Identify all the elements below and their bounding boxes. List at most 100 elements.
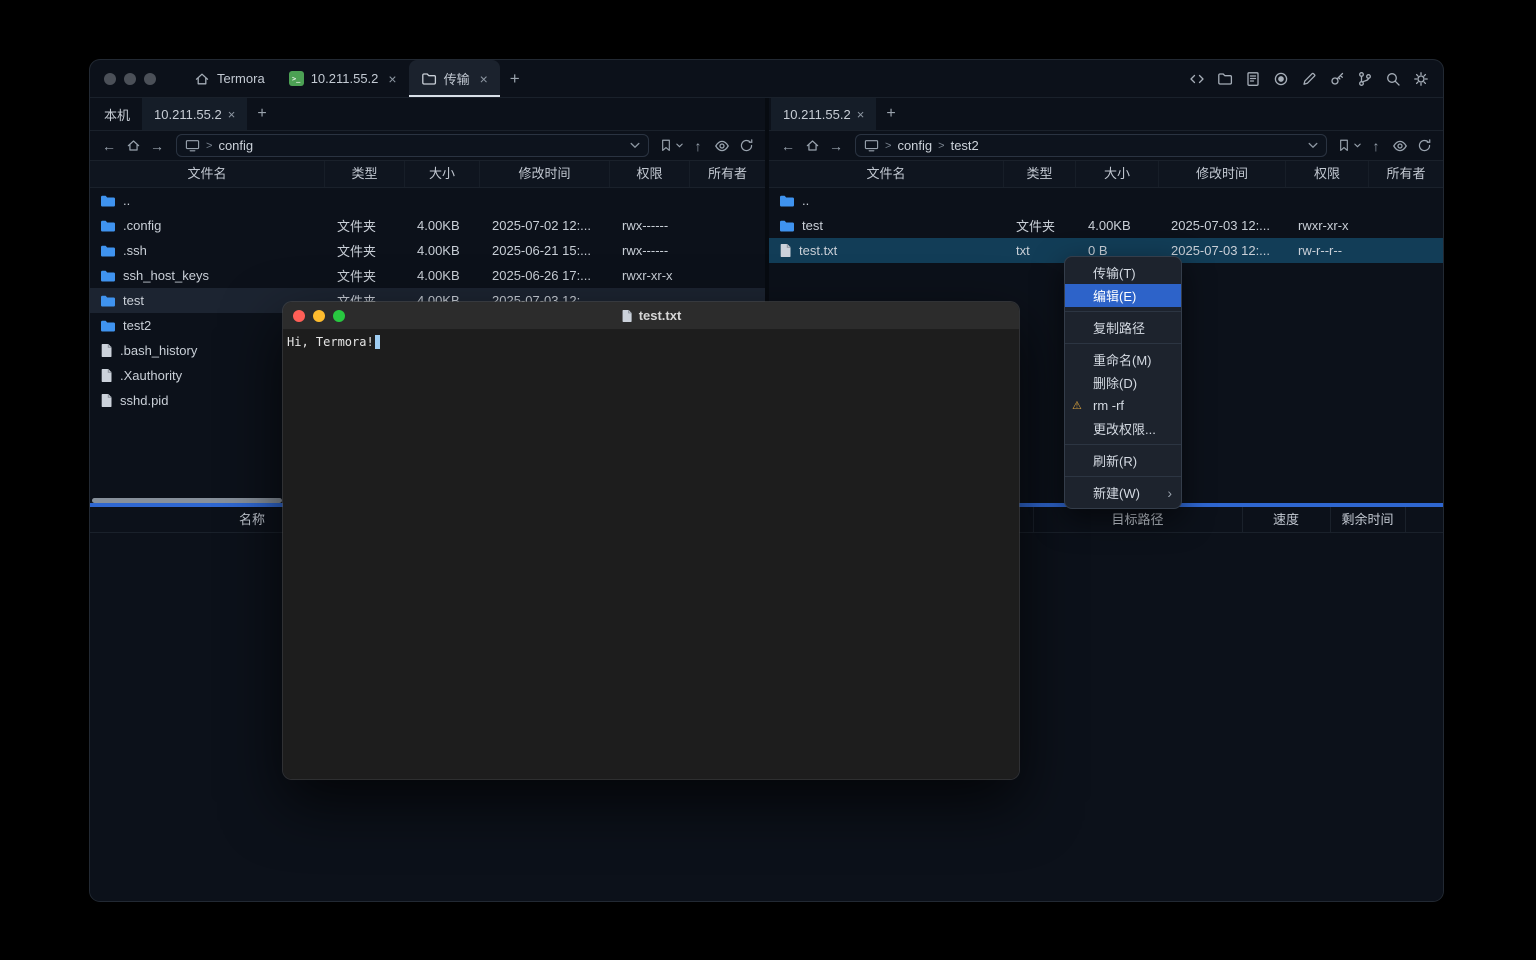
log-icon[interactable] [1245,71,1261,87]
path-bar[interactable]: > config > test2 [855,134,1327,157]
minimize-window-button[interactable] [124,73,136,85]
file-icon [100,393,113,408]
tab-transfer[interactable]: 传输 × [409,60,500,97]
file-name-label: test [123,293,144,308]
close-tab-icon[interactable]: × [480,71,488,87]
titlebar: Termora >_ 10.211.55.2 × 传输 × + [90,60,1443,98]
path-segment[interactable]: test2 [951,138,979,153]
bookmark-button[interactable] [1337,136,1361,156]
column-header-name[interactable]: 文件名 [769,161,1004,187]
folder-icon[interactable] [1217,71,1233,87]
refresh-icon[interactable] [1415,136,1433,156]
tab-remote-session[interactable]: 10.211.55.2 × [142,98,247,130]
close-tab-icon[interactable]: × [857,107,865,122]
menu-item[interactable]: 新建(W)› [1065,481,1181,504]
parent-directory-button[interactable]: ↑ [689,136,707,156]
show-hidden-eye-icon[interactable] [1391,136,1409,156]
folder-icon [779,194,795,208]
close-window-button[interactable] [293,310,305,322]
new-tab-button[interactable]: + [500,69,530,89]
path-segment[interactable]: config [218,138,253,153]
show-hidden-eye-icon[interactable] [713,136,731,156]
transfer-column-remaining[interactable]: 剩余时间 [1330,507,1405,533]
menu-item[interactable]: 更改权限... [1065,417,1181,440]
editor-text: Hi, Termora! [287,335,374,349]
back-button[interactable]: ← [100,136,118,156]
parent-directory-button[interactable]: ↑ [1367,136,1385,156]
column-header-name[interactable]: 文件名 [90,161,325,187]
close-tab-icon[interactable]: × [388,71,396,87]
code-icon[interactable] [1189,71,1205,87]
forward-button[interactable]: → [148,136,166,156]
refresh-icon[interactable] [737,136,755,156]
menu-item[interactable]: 编辑(E) [1065,284,1181,307]
file-row[interactable]: ssh_host_keys文件夹4.00KB2025-06-26 17:...r… [90,263,765,288]
file-row[interactable]: .. [769,188,1443,213]
chevron-down-icon[interactable] [630,142,640,149]
column-header-owner[interactable]: 所有者 [690,161,765,187]
minimize-window-button[interactable] [313,310,325,322]
branch-icon[interactable] [1357,71,1373,87]
document-icon [621,309,633,323]
column-header-perm[interactable]: 权限 [1286,161,1369,187]
file-row[interactable]: .config文件夹4.00KB2025-07-02 12:...rwx----… [90,213,765,238]
tab-remote-session[interactable]: 10.211.55.2 × [771,98,876,130]
menu-item-label: 刷新(R) [1093,451,1137,470]
forward-button[interactable]: → [827,136,845,156]
search-icon[interactable] [1385,71,1401,87]
close-tab-icon[interactable]: × [228,107,236,122]
file-mtime-cell: 2025-07-02 12:... [480,218,610,233]
folder-icon [100,244,116,258]
column-header-mtime[interactable]: 修改时间 [1159,161,1286,187]
back-button[interactable]: ← [779,136,797,156]
column-header-owner[interactable]: 所有者 [1369,161,1443,187]
new-panel-tab-button[interactable]: + [876,98,905,130]
column-header-size[interactable]: 大小 [405,161,480,187]
menu-item[interactable]: 传输(T) [1065,261,1181,284]
chevron-down-icon [676,143,683,148]
zoom-window-button[interactable] [144,73,156,85]
transfer-column-speed[interactable]: 速度 [1242,507,1330,533]
menu-item[interactable]: ⚠rm -rf [1065,394,1181,417]
menu-item-label: 重命名(M) [1093,350,1152,369]
file-mtime-cell: 2025-07-03 12:... [1159,218,1286,233]
record-icon[interactable] [1273,71,1289,87]
column-header-mtime[interactable]: 修改时间 [480,161,610,187]
horizontal-scrollbar-thumb[interactable] [92,498,282,503]
transfer-column-destination[interactable]: 目标路径 [1033,507,1242,533]
column-header-type[interactable]: 类型 [1004,161,1076,187]
editor-content[interactable]: Hi, Termora! [283,330,1019,779]
home-button[interactable] [803,136,821,156]
column-header-type[interactable]: 类型 [325,161,405,187]
menu-item[interactable]: 删除(D) [1065,371,1181,394]
home-button[interactable] [124,136,142,156]
bookmark-button[interactable] [659,136,683,156]
edit-icon[interactable] [1301,71,1317,87]
tab-label: Termora [217,71,265,86]
tab-ssh-session[interactable]: >_ 10.211.55.2 × [277,60,409,97]
zoom-window-button[interactable] [333,310,345,322]
file-row[interactable]: .ssh文件夹4.00KB2025-06-21 15:...rwx------ [90,238,765,263]
column-header-size[interactable]: 大小 [1076,161,1159,187]
file-row[interactable]: test文件夹4.00KB2025-07-03 12:...rwxr-xr-x [769,213,1443,238]
path-bar[interactable]: > config [176,134,649,157]
menu-item[interactable]: 刷新(R) [1065,449,1181,472]
path-segment[interactable]: config [897,138,932,153]
menu-item[interactable]: 重命名(M) [1065,348,1181,371]
editor-window: test.txt Hi, Termora! [283,302,1019,779]
new-panel-tab-button[interactable]: + [247,98,276,130]
tab-local[interactable]: 本机 [92,98,142,130]
close-window-button[interactable] [104,73,116,85]
menu-item[interactable]: 复制路径 [1065,316,1181,339]
column-header-perm[interactable]: 权限 [610,161,690,187]
editor-window-controls [293,310,345,322]
file-row[interactable]: .. [90,188,765,213]
menu-item-label: 更改权限... [1093,419,1156,438]
key-icon[interactable] [1329,71,1345,87]
editor-titlebar[interactable]: test.txt [283,302,1019,330]
tab-label: 10.211.55.2 [783,107,851,122]
settings-gear-icon[interactable] [1413,71,1429,87]
folder-icon [100,269,116,283]
chevron-down-icon[interactable] [1308,142,1318,149]
tab-termora[interactable]: Termora [182,60,277,97]
